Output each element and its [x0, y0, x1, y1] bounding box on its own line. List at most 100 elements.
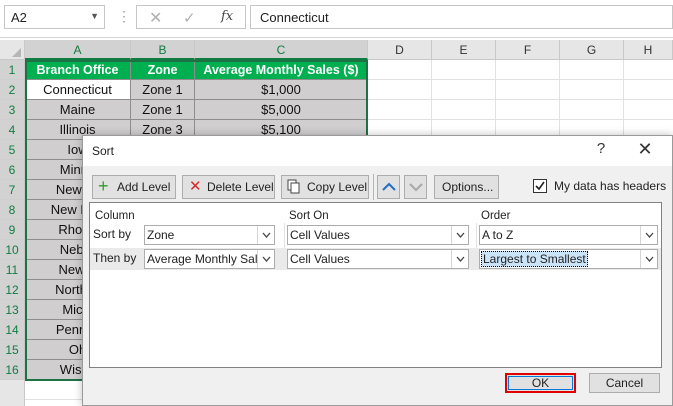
row-header[interactable]: 12: [0, 280, 24, 300]
column-heading: Column: [95, 210, 135, 222]
column-header-c[interactable]: C: [195, 40, 368, 60]
toolbar-separator: [373, 174, 374, 200]
sort-by-order-select[interactable]: A to Z: [479, 225, 658, 245]
row-header[interactable]: 13: [0, 300, 24, 320]
row-header[interactable]: 2: [0, 80, 24, 100]
data-cell[interactable]: $5,000: [195, 100, 368, 120]
then-by-column-select[interactable]: Average Monthly Sal: [144, 249, 275, 269]
sort-dialog: Sort ? ✕ + Add Level ✕ Delete Level Copy…: [82, 135, 673, 406]
column-headers: A B C D E F G H: [0, 40, 673, 60]
row-header[interactable]: 6: [0, 160, 24, 180]
row-header[interactable]: 7: [0, 180, 24, 200]
row-header[interactable]: 15: [0, 340, 24, 360]
sort-by-column-select[interactable]: Zone: [144, 225, 275, 245]
chevron-down-icon[interactable]: [451, 250, 468, 268]
formula-bar: A2 ▼ ⋮ ✕ ✓ fx Connecticut: [0, 0, 673, 38]
formula-content: Connecticut: [260, 10, 329, 25]
select-value: Average Monthly Sal: [147, 252, 258, 266]
row-header[interactable]: 3: [0, 100, 24, 120]
more-options-icon[interactable]: ⋮: [117, 8, 131, 25]
row-header[interactable]: 5: [0, 140, 24, 160]
row-header[interactable]: 16: [0, 360, 24, 380]
copy-icon: [287, 179, 301, 198]
formula-input[interactable]: Connecticut: [250, 5, 673, 29]
checkmark-icon: [535, 181, 545, 191]
plus-icon: +: [98, 176, 109, 196]
column-header-b[interactable]: B: [131, 40, 195, 60]
chevron-down-icon[interactable]: [451, 226, 468, 244]
data-cell[interactable]: Zone 1: [131, 100, 195, 120]
column-header-f[interactable]: F: [496, 40, 560, 60]
formula-tools: ✕ ✓ fx: [136, 5, 246, 29]
then-by-sort-on-select[interactable]: Cell Values: [287, 249, 469, 269]
header-cell-zone[interactable]: Zone: [131, 60, 195, 80]
chevron-down-icon[interactable]: [640, 250, 657, 268]
column-header-d[interactable]: D: [368, 40, 432, 60]
move-down-button[interactable]: [404, 175, 427, 199]
copy-level-label: Copy Level: [307, 180, 368, 194]
column-header-e[interactable]: E: [432, 40, 496, 60]
arrow-down-icon: [409, 183, 423, 192]
row-header[interactable]: 14: [0, 320, 24, 340]
focus-ring: [508, 376, 573, 390]
options-button[interactable]: Options...: [434, 175, 499, 199]
then-by-order-select[interactable]: Largest to Smallest: [479, 249, 658, 269]
select-value-highlighted: Largest to Smallest: [481, 251, 588, 267]
row-header[interactable]: 8: [0, 200, 24, 220]
header-cell-branch-office[interactable]: Branch Office: [25, 60, 131, 80]
row-header[interactable]: 10: [0, 240, 24, 260]
headers-checkbox[interactable]: [533, 179, 547, 193]
enter-icon[interactable]: ✓: [183, 9, 196, 27]
column-header-g[interactable]: G: [560, 40, 624, 60]
insert-function-icon[interactable]: fx: [221, 9, 233, 24]
chevron-down-icon[interactable]: [257, 250, 274, 268]
row-header[interactable]: 1: [0, 60, 24, 80]
name-box[interactable]: A2 ▼: [4, 5, 105, 29]
sort-by-label: Sort by: [93, 227, 132, 241]
help-button[interactable]: ?: [591, 140, 611, 160]
sort-level-row-2[interactable]: Then by Average Monthly Sal Cell Values …: [90, 248, 661, 270]
order-heading: Order: [481, 210, 511, 222]
data-cell[interactable]: $1,000: [195, 80, 368, 100]
select-value: Zone: [147, 228, 175, 242]
row-header[interactable]: 9: [0, 220, 24, 240]
add-level-button[interactable]: + Add Level: [92, 175, 176, 199]
chevron-down-icon[interactable]: [640, 226, 657, 244]
sort-on-heading: Sort On: [289, 210, 329, 222]
chevron-down-icon[interactable]: [257, 226, 274, 244]
row-headers: 1 2 3 4 5 6 7 8 9 10 11 12 13 14 15 16: [0, 60, 25, 406]
move-up-button[interactable]: [377, 175, 400, 199]
delete-level-button[interactable]: ✕ Delete Level: [182, 175, 275, 199]
row-header[interactable]: 4: [0, 120, 24, 140]
header-cell-average-monthly-sales[interactable]: Average Monthly Sales ($): [195, 60, 368, 80]
arrow-up-icon: [382, 182, 396, 191]
ok-button[interactable]: OK: [505, 373, 576, 393]
select-all-corner[interactable]: [0, 40, 25, 60]
copy-level-button[interactable]: Copy Level: [281, 175, 369, 199]
cancel-entry-icon[interactable]: ✕: [149, 8, 162, 28]
select-value: A to Z: [482, 228, 514, 242]
delete-x-icon: ✕: [189, 178, 202, 195]
cancel-button[interactable]: Cancel: [589, 373, 660, 393]
cancel-label: Cancel: [605, 376, 644, 390]
dialog-title: Sort: [92, 144, 115, 158]
dialog-titlebar[interactable]: Sort ? ✕: [83, 136, 672, 166]
row-header[interactable]: 11: [0, 260, 24, 280]
column-header-h[interactable]: H: [624, 40, 673, 60]
select-value: Cell Values: [290, 252, 350, 266]
chevron-down-icon[interactable]: ▼: [90, 11, 99, 21]
data-cell-active[interactable]: Connecticut: [25, 80, 131, 100]
data-cell[interactable]: Maine: [25, 100, 131, 120]
options-label: Options...: [442, 180, 494, 194]
then-by-label: Then by: [93, 251, 137, 265]
sort-levels-grid: Column Sort On Order Sort by Zone Cell V…: [89, 202, 662, 368]
sort-level-row-1[interactable]: Sort by Zone Cell Values A to Z: [90, 224, 661, 246]
sort-by-sort-on-select[interactable]: Cell Values: [287, 225, 469, 245]
column-header-a[interactable]: A: [25, 40, 131, 60]
add-level-label: Add Level: [117, 180, 171, 194]
close-button[interactable]: ✕: [634, 139, 656, 161]
headers-checkbox-label[interactable]: My data has headers: [554, 179, 666, 193]
delete-level-label: Delete Level: [207, 180, 274, 194]
data-cell[interactable]: Zone 1: [131, 80, 195, 100]
select-value: Cell Values: [290, 228, 350, 242]
